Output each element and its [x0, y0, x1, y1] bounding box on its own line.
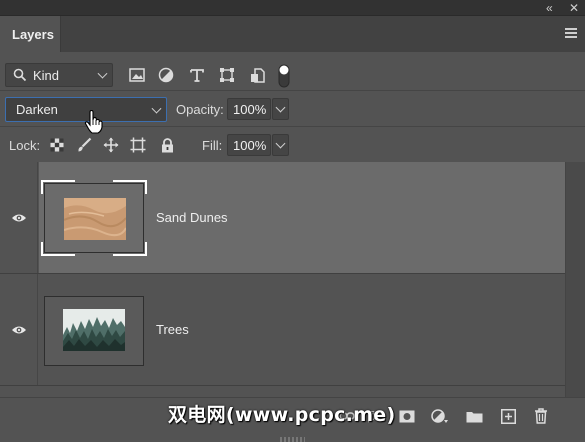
kind-filter-select[interactable]: Kind	[5, 63, 113, 87]
eye-icon	[11, 326, 26, 333]
fill-input[interactable]: 100%	[227, 134, 271, 156]
adjustment-layer-icon[interactable]	[430, 406, 450, 426]
blend-row: Darken Opacity: 100%	[0, 90, 585, 126]
close-panel-icon[interactable]: ✕	[569, 1, 579, 15]
lock-label: Lock:	[9, 138, 41, 153]
layer-row-trees[interactable]: Trees	[0, 274, 565, 386]
filter-row: Kind	[0, 52, 585, 90]
panel-tab-bar: Layers	[0, 16, 585, 52]
blend-mode-value: Darken	[16, 102, 58, 117]
panel-menu-icon[interactable]	[565, 28, 577, 38]
panel-title-strip: « ✕	[0, 0, 585, 16]
eye-icon	[11, 214, 26, 221]
tab-layers[interactable]: Layers	[0, 16, 61, 52]
layer-name: Trees	[156, 322, 189, 337]
add-mask-icon[interactable]	[397, 406, 417, 426]
lock-row: Lock: Fill: 100%	[0, 126, 585, 162]
blend-mode-select[interactable]: Darken	[5, 97, 167, 122]
panel-resize-grip[interactable]	[280, 437, 305, 442]
filter-toggle-icon[interactable]	[274, 63, 294, 89]
shape-filter-icon[interactable]	[217, 65, 237, 85]
opacity-input[interactable]: 100%	[227, 98, 271, 120]
adjustment-filter-icon[interactable]	[156, 65, 176, 85]
opacity-dropdown-button[interactable]	[272, 98, 289, 120]
watermark: 双电网(www.pcpc.me)	[168, 404, 396, 426]
visibility-toggle[interactable]	[0, 162, 38, 273]
chevron-down-icon	[97, 68, 108, 79]
collapse-panel-icon[interactable]: «	[546, 1, 553, 15]
search-icon	[13, 68, 27, 82]
lock-image-pixels-icon[interactable]	[75, 136, 93, 154]
layers-list: Sand Dunes Trees	[0, 162, 565, 397]
layer-name: Sand Dunes	[156, 210, 228, 225]
kind-filter-label: Kind	[33, 67, 60, 83]
fill-dropdown-button[interactable]	[272, 134, 289, 156]
layers-bottom-toolbar: fx 双电网(www.pcpc.me)	[0, 397, 585, 442]
trees-thumbnail	[63, 309, 125, 351]
lock-artboard-icon[interactable]	[129, 136, 147, 154]
layer-body: Sand Dunes	[39, 162, 565, 273]
visibility-toggle[interactable]	[0, 274, 38, 385]
layer-thumbnail	[44, 296, 144, 366]
new-group-icon[interactable]	[464, 406, 484, 426]
type-filter-icon[interactable]	[187, 65, 207, 85]
image-filter-icon[interactable]	[127, 65, 147, 85]
lock-position-icon[interactable]	[102, 136, 120, 154]
lock-all-icon[interactable]	[158, 136, 176, 154]
layer-row-sand-dunes[interactable]: Sand Dunes	[0, 162, 565, 274]
layer-thumbnail	[41, 180, 147, 256]
layer-body: Trees	[39, 274, 565, 385]
delete-icon[interactable]	[531, 406, 551, 426]
fill-label: Fill:	[202, 138, 223, 153]
opacity-label: Opacity:	[176, 102, 224, 117]
sand-dunes-thumbnail	[63, 198, 127, 240]
layers-scrollbar[interactable]	[565, 162, 585, 397]
chevron-down-icon	[151, 103, 162, 114]
smart-object-filter-icon[interactable]	[247, 65, 267, 85]
new-layer-icon[interactable]	[498, 406, 518, 426]
lock-transparent-pixels-icon[interactable]	[48, 136, 66, 154]
